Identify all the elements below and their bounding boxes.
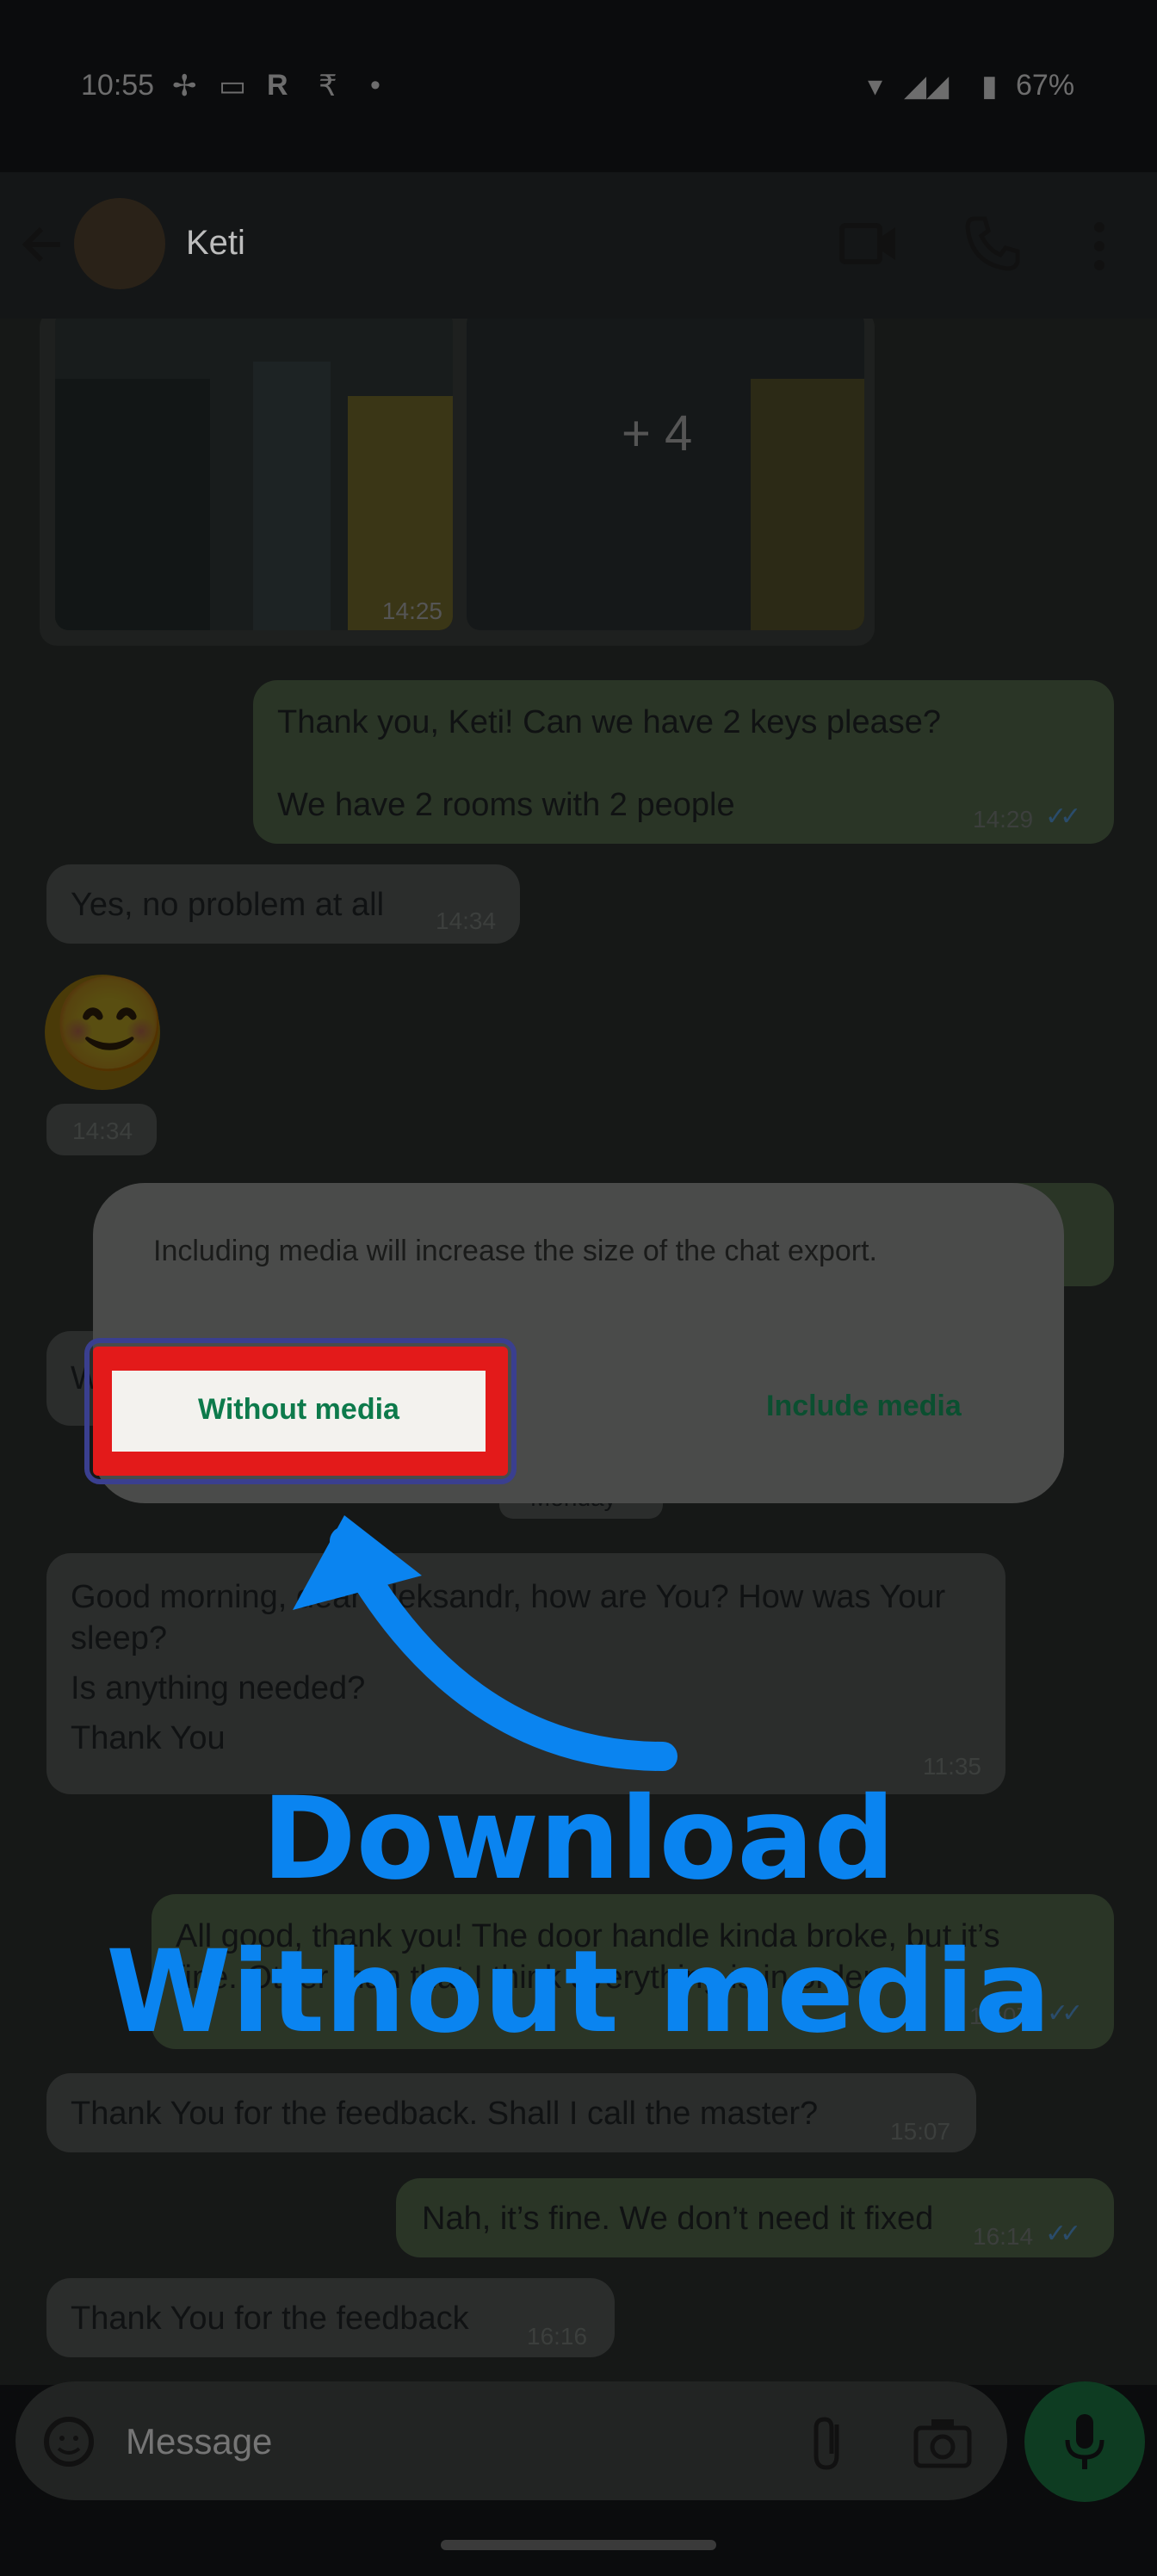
battery-icon: ▮ bbox=[981, 70, 998, 102]
dialog-message: Including media will increase the size o… bbox=[153, 1235, 878, 1267]
more-options-icon[interactable] bbox=[1086, 220, 1112, 272]
message-text: Nah, it’s fine. We don’t need it fixed bbox=[422, 2201, 934, 2237]
voice-call-icon[interactable] bbox=[962, 214, 1023, 274]
fan-icon: ✢ bbox=[172, 70, 197, 102]
without-media-button[interactable]: Without media bbox=[112, 1371, 486, 1452]
message-input[interactable] bbox=[124, 2411, 782, 2473]
message-time: 14:29 bbox=[973, 806, 1034, 833]
message-bubble-outgoing[interactable]: Thank you, Keti! Can we have 2 keys plea… bbox=[253, 680, 1114, 844]
photo-time: 14:25 bbox=[381, 598, 442, 624]
message-bubble-incoming[interactable]: Thank You for the feedback 16:16 bbox=[46, 2278, 615, 2357]
message-time: 14:34 bbox=[72, 1118, 133, 1144]
message-time: 15:07 bbox=[890, 2118, 951, 2145]
without-media-label: Without media bbox=[198, 1393, 399, 1426]
photo-more-count: + 4 bbox=[622, 406, 693, 461]
rupee-icon: ₹ bbox=[319, 70, 337, 102]
status-time: 10:55 bbox=[81, 69, 155, 102]
wifi-icon: ▾ bbox=[868, 70, 883, 102]
emoji-message[interactable]: 😊 bbox=[45, 975, 167, 1090]
message-text: Thank you, Keti! Can we have 2 keys plea… bbox=[277, 704, 942, 740]
message-time: 16:16 bbox=[527, 2323, 588, 2350]
message-text: Thank You for the feedback bbox=[71, 2300, 469, 2337]
message-text: We have 2 rooms with 2 people bbox=[277, 787, 735, 823]
card-icon: ▭ bbox=[219, 70, 247, 102]
message-text: Thank You bbox=[71, 1720, 226, 1756]
dot-icon: • bbox=[370, 69, 381, 102]
camera-icon[interactable] bbox=[913, 2416, 973, 2471]
back-arrow-icon[interactable] bbox=[17, 219, 69, 270]
message-composer bbox=[15, 2381, 1007, 2500]
read-ticks-icon: ✓✓ bbox=[1045, 802, 1081, 831]
photo-album-bubble[interactable]: 14:25 + 4 bbox=[40, 319, 875, 646]
video-call-icon[interactable] bbox=[838, 214, 899, 274]
annotation-line-2: Without media bbox=[106, 1926, 1051, 2059]
r-icon: R bbox=[267, 69, 288, 102]
contact-avatar[interactable] bbox=[74, 198, 165, 289]
voice-record-button[interactable] bbox=[1024, 2381, 1145, 2502]
message-bubble-incoming[interactable]: Thank You for the feedback. Shall I call… bbox=[46, 2073, 976, 2152]
photo-thumbnail-more[interactable]: + 4 bbox=[467, 319, 864, 630]
photo-thumbnail[interactable]: 14:25 bbox=[55, 319, 453, 630]
contact-name[interactable]: Keti bbox=[186, 224, 245, 263]
microphone-icon bbox=[1065, 2414, 1104, 2469]
message-time: 11:35 bbox=[923, 1753, 981, 1780]
message-time: 16:14 bbox=[973, 2223, 1034, 2250]
message-bubble-incoming[interactable]: Yes, no problem at all 14:34 bbox=[46, 864, 520, 944]
message-time: 14:34 bbox=[436, 907, 497, 934]
message-text: Thank You for the feedback. Shall I call… bbox=[71, 2096, 819, 2132]
status-bar: 10:55 ✢ ▭ R ₹ • ▾ ◢◢ ▮ 67% bbox=[0, 0, 1157, 172]
include-media-button[interactable]: Include media bbox=[730, 1378, 1023, 1438]
message-text: Yes, no problem at all bbox=[71, 887, 385, 923]
sticker-icon[interactable] bbox=[41, 2414, 96, 2469]
emoji-time-chip: 14:34 bbox=[46, 1104, 157, 1155]
battery-percent: 67% bbox=[1016, 69, 1075, 102]
chat-header: Keti bbox=[0, 172, 1157, 319]
attach-icon[interactable] bbox=[802, 2412, 854, 2473]
signal-icon: ◢◢ bbox=[904, 70, 950, 102]
message-bubble-outgoing[interactable]: Nah, it’s fine. We don’t need it fixed 1… bbox=[396, 2178, 1114, 2257]
annotation-line-1: Download bbox=[262, 1773, 895, 1905]
annotation-arrow-icon bbox=[293, 1515, 677, 1771]
read-ticks-icon: ✓✓ bbox=[1045, 2220, 1081, 2248]
smile-emoji-icon: 😊 bbox=[52, 972, 168, 1076]
gesture-nav-bar[interactable] bbox=[441, 2540, 716, 2550]
